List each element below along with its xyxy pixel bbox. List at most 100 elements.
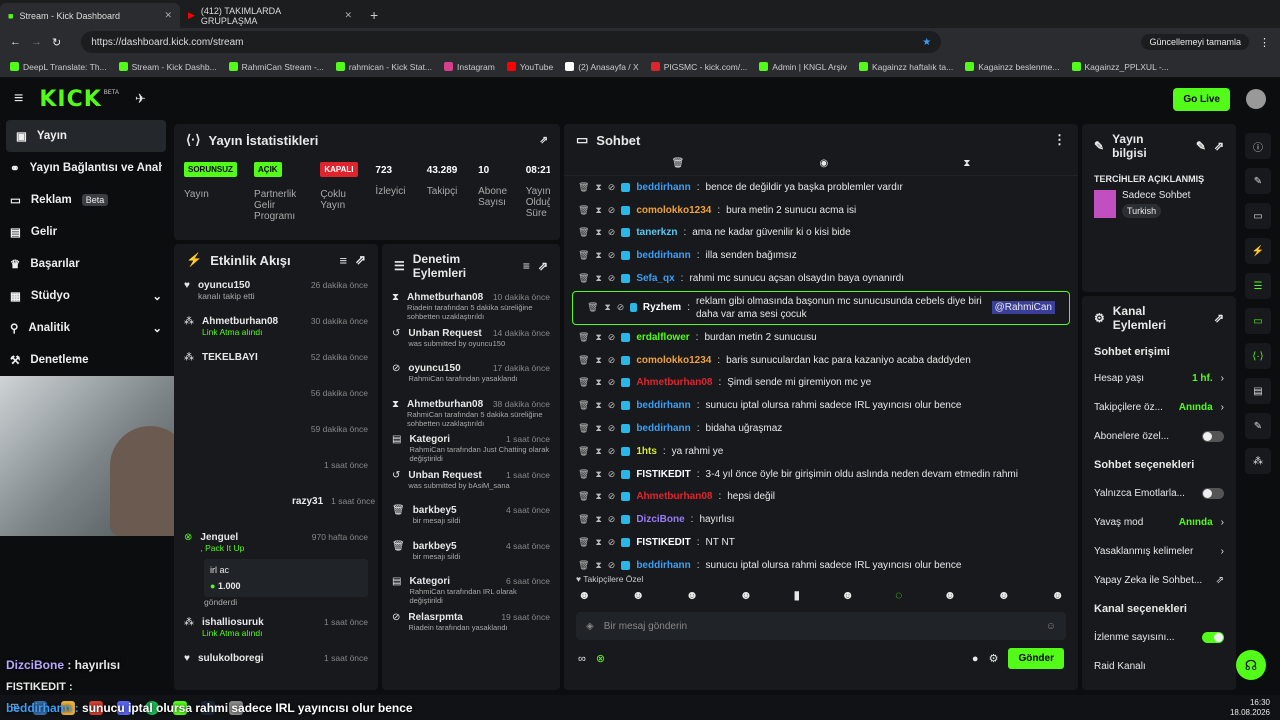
raid-channel-row[interactable]: Raid Kanalı — [1082, 652, 1236, 681]
delete-icon[interactable]: 🗑 — [578, 250, 589, 261]
chat-username[interactable]: comolokko1234 — [636, 355, 711, 366]
subscribers-only-row[interactable]: Abonelere özel... — [1082, 422, 1236, 451]
ban-icon[interactable]: ⊘ — [608, 514, 616, 525]
emote-only-row[interactable]: Yalnızca Emotlarla... — [1082, 479, 1236, 508]
filter-icon[interactable]: ≡ — [340, 253, 348, 268]
popout-icon[interactable]: ⇗ — [355, 252, 366, 268]
ban-icon[interactable]: ⊘ — [608, 446, 616, 457]
share-icon[interactable]: ⁂ — [1245, 448, 1271, 474]
chat-message[interactable]: 🗑 ⧗ ⊘ Ahmetburhan08: hepsi değil — [564, 486, 1078, 509]
chat-username[interactable]: beddirhann — [636, 560, 690, 571]
bookmark-item[interactable]: RahmiCan Stream -... — [228, 62, 324, 72]
chat-message[interactable]: 🗑 ⧗ ⊘ erdalflower: burdan metin 2 sunucusu — [564, 326, 1078, 349]
chat-menu-icon[interactable]: ⋮ — [1053, 132, 1066, 148]
delete-icon[interactable]: 🗑 — [578, 469, 589, 480]
chat-username[interactable]: beddirhann — [636, 250, 690, 261]
chat-username[interactable]: DizciBone — [636, 514, 684, 525]
delete-icon[interactable]: 🗑 — [578, 560, 589, 571]
bookmark-item[interactable]: Admin | KNGL Arşiv — [759, 62, 847, 72]
ban-icon[interactable]: ⊘ — [608, 400, 616, 411]
clock[interactable]: 16:30 18.08.2026 — [1230, 698, 1270, 718]
ai-chat-row[interactable]: Yapay Zeka ile Sohbet... ⇗ — [1082, 566, 1236, 595]
edit-icon[interactable]: ✎ — [1245, 168, 1271, 194]
edit-icon[interactable]: ✎ — [1196, 139, 1206, 153]
chat-message[interactable]: 🗑 ⧗ ⊘ Ahmetburhan08: Şimdi sende mi giremiy… — [564, 372, 1078, 395]
subscribers-toggle[interactable] — [1202, 431, 1224, 442]
chat-message[interactable]: 🗑 ⧗ ⊘ comolokko1234: baris sunuculardan kac… — [564, 349, 1078, 372]
ban-icon[interactable]: ⊘ — [608, 377, 616, 388]
chat-message[interactable]: 🗑 ⧗ ⊘ DizciBone: hayırlısı — [564, 508, 1078, 531]
chat-username[interactable]: Ahmetburhan08 — [636, 491, 712, 502]
list-icon[interactable]: ☰ — [1245, 273, 1271, 299]
delete-icon[interactable]: 🗑 — [578, 182, 589, 193]
chat-username[interactable]: comolokko1234 — [636, 205, 711, 216]
timeout-icon[interactable]: ⧗ — [595, 377, 601, 388]
timeout-icon[interactable]: ⧗ — [595, 491, 601, 502]
info-icon[interactable]: ⓘ — [1245, 133, 1271, 159]
hamburger-menu-icon[interactable]: ≡ — [14, 90, 23, 108]
timeout-icon[interactable]: ⧗ — [595, 332, 601, 343]
chat-username[interactable]: beddirhann — [636, 400, 690, 411]
chat-message[interactable]: 🗑 ⧗ ⊘ tanerkzn: ama ne kadar güvenilir ki o… — [564, 222, 1078, 245]
sidebar-item-stream-key[interactable]: ⚭Yayın Bağlantısı ve Anahtarı — [0, 152, 172, 184]
timeout-icon[interactable]: ⧗ — [595, 469, 601, 480]
timeout-icon[interactable]: ⧗ — [595, 205, 601, 216]
bookmark-item[interactable]: DeepL Translate: Th... — [10, 62, 107, 72]
category-card[interactable]: Sadece Sohbet Turkish — [1082, 190, 1236, 218]
bookmark-item[interactable]: Kagainzz_PPLXUL -... — [1071, 62, 1169, 72]
delete-icon[interactable]: 🗑 — [578, 377, 589, 388]
forward-icon[interactable]: → — [31, 36, 42, 48]
emoji-icon[interactable]: ☺ — [1046, 621, 1056, 632]
chat-username[interactable]: tanerkzn — [636, 227, 677, 238]
chat-username[interactable]: Sefa_qx — [636, 273, 674, 284]
chat-message[interactable]: 🗑 ⧗ ⊘ beddirhann: illa senden bağımsız — [564, 244, 1078, 267]
ban-icon[interactable]: ⊘ — [608, 273, 616, 284]
sidebar-item-denetleme[interactable]: ⚒ Denetleme — [0, 344, 172, 376]
tab-kick-dashboard[interactable]: ■ Stream - Kick Dashboard ✕ — [0, 3, 180, 28]
chat-username[interactable]: FISTIKEDIT — [636, 469, 690, 480]
popout-icon[interactable]: ⇗ — [538, 259, 548, 273]
chat-message[interactable]: 🗑 ⧗ ⊘ 1hts: ya rahmi ye — [564, 440, 1078, 463]
chat-message[interactable]: 🗑 ⧗ ⊘ FISTIKEDIT: 3-4 yıl önce öyle bir gir… — [564, 463, 1078, 486]
timeout-icon[interactable]: ⧗ — [595, 560, 601, 571]
bookmark-item[interactable]: (2) Anasayfa / X — [565, 62, 639, 72]
popout-icon[interactable]: ⇗ — [1214, 311, 1224, 325]
close-tab-icon[interactable]: ✕ — [344, 10, 352, 21]
go-live-button[interactable]: Go Live — [1173, 87, 1230, 111]
pin-icon[interactable]: ✈ — [135, 91, 146, 107]
bookmark-item[interactable]: Instagram — [444, 62, 495, 72]
bookmark-star-icon[interactable]: ★ — [922, 37, 931, 48]
settings-icon[interactable]: ⚙ — [989, 652, 999, 665]
chat-message[interactable]: 🗑 ⧗ ⊘ comolokko1234: bura metin 2 sunucu ac… — [564, 199, 1078, 222]
bookmark-item[interactable]: rahmican - Kick Stat... — [335, 62, 432, 72]
update-button[interactable]: Güncellemeyi tamamla — [1141, 34, 1249, 50]
sidebar-item-reklam[interactable]: ▭ Reklam Beta — [0, 184, 172, 216]
slow-mode-row[interactable]: Yavaş mod Anında › — [1082, 508, 1236, 537]
delete-icon[interactable]: 🗑 — [578, 514, 589, 525]
chat-username[interactable]: 1hts — [636, 446, 657, 457]
ban-icon[interactable]: ⊘ — [617, 301, 625, 314]
view-count-toggle[interactable] — [1202, 632, 1224, 643]
speech-icon[interactable]: ◉ — [819, 158, 828, 173]
sidebar-item-analitik[interactable]: ⚲ Analitik ⌄ — [0, 312, 172, 344]
chat-message[interactable]: 🗑 ⧗ ⊘ beddirhann: sunucu iptal olursa rahmi… — [564, 554, 1078, 572]
delete-icon[interactable]: 🗑 — [578, 537, 589, 548]
url-field[interactable]: https://dashboard.kick.com/stream ★ — [81, 31, 942, 53]
chat-message[interactable]: 🗑 ⧗ ⊘ FISTIKEDIT: NT NT — [564, 531, 1078, 554]
timeout-icon[interactable]: ⧗ — [595, 423, 601, 434]
sidebar-item-studyo[interactable]: ▦ Stüdyo ⌄ — [0, 280, 172, 312]
chat-mention[interactable]: @RahmiCan — [991, 301, 1055, 315]
bookmark-item[interactable]: Stream - Kick Dashb... — [118, 62, 217, 72]
chat-message[interactable]: 🗑 ⧗ ⊘ beddirhann: bidaha uğraşmaz — [564, 417, 1078, 440]
delete-icon[interactable]: 🗑 — [578, 355, 589, 366]
ban-icon[interactable]: ⊘ — [608, 250, 616, 261]
timeout-icon[interactable]: ⧗ — [595, 182, 601, 193]
delete-icon[interactable]: 🗑 — [578, 205, 589, 216]
avatar[interactable] — [1246, 89, 1266, 109]
account-age-row[interactable]: Hesap yaşı 1 hf. › — [1082, 364, 1236, 393]
support-button[interactable]: ☊ — [1236, 650, 1266, 680]
ban-icon[interactable]: ⊘ — [608, 227, 616, 238]
banned-words-row[interactable]: Yasaklanmış kelimeler › — [1082, 537, 1236, 566]
bookmark-item[interactable]: PIGSMC - kick.com/... — [650, 62, 747, 72]
tab-youtube[interactable]: ▶ (412) TAKIMLARDA GRUPLAŞMA ✕ — [180, 3, 360, 28]
